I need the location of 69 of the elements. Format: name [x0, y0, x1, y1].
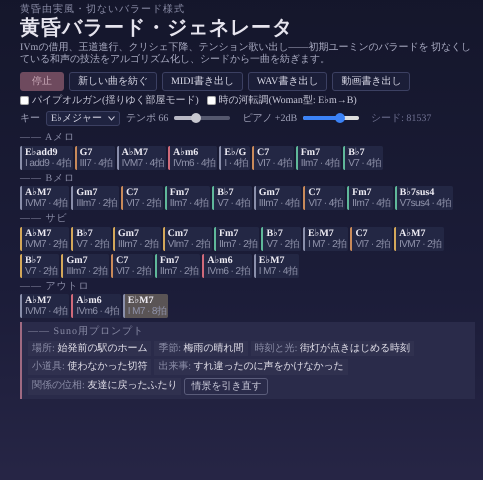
piano-slider[interactable] [303, 116, 360, 120]
chord-card[interactable]: Gm7 IIIm7 · 2拍 [71, 186, 120, 210]
option-label: パイプオルガン(揺りゆく部屋モード) [32, 95, 199, 106]
action-button[interactable]: MIDI書き出し [162, 72, 243, 91]
eyebrow-text: 黄昏由実風・切ないバラード様式 [20, 4, 186, 16]
chord-card[interactable]: C7 VI7 · 2拍 [111, 254, 153, 278]
checkbox[interactable] [206, 96, 216, 106]
chord-card[interactable]: B♭7 V7 · 2拍 [261, 226, 301, 250]
prompt-chip: 季節: 梅雨の晴れ間 [154, 340, 248, 356]
chord-card[interactable]: Gm7 IIIm7 · 2拍 [61, 254, 110, 278]
chord-card[interactable]: A♭m6 IVm6 · 4拍 [168, 146, 218, 170]
prompt-chip: 出来事: すれ違ったのに声をかけなかった [154, 359, 348, 374]
prompt-chip: 小道具: 使わなかった切符 [28, 359, 152, 374]
chord-card[interactable]: E♭M7 I M7 · 8拍 [122, 294, 168, 318]
key-select[interactable]: E♭メジャー [46, 110, 120, 126]
chord-card[interactable]: C7 VI7 · 4拍 [303, 186, 346, 210]
chord-card[interactable]: B♭7 V7 · 4拍 [212, 186, 252, 210]
chord-card[interactable]: A♭M7 IVM7 · 2拍 [394, 226, 444, 250]
panel-title: —— Suno用プロンプト [28, 326, 146, 338]
description: IVmの借用、王道進行、クリシェ下降、テンション歌い出し——初期ユーミンのバラードを 切なくしている和声の技法をアルゴリズム化し、シードから一曲を紡ぎます。 [20, 42, 472, 66]
chord-card[interactable]: A♭M7 IVM7 · 2拍 [20, 226, 70, 250]
slider-thumb[interactable] [334, 113, 345, 124]
chord-card[interactable]: E♭M7 I M7 · 2拍 [302, 226, 348, 250]
chord-card[interactable]: B♭7 V7 · 4拍 [343, 146, 383, 170]
action-button[interactable]: 新しい曲を紡ぐ [69, 72, 157, 91]
chord-card[interactable]: B♭7 V7 · 2拍 [20, 254, 60, 278]
slider-thumb[interactable] [190, 113, 201, 124]
section-label: —— Aメロ [20, 132, 76, 144]
chord-card[interactable]: Fm7 IIm7 · 4拍 [296, 146, 342, 170]
checkbox[interactable] [20, 96, 29, 106]
chord-card[interactable]: B♭7 V7 · 2拍 [71, 226, 111, 250]
chord-card[interactable]: E♭M7 I M7 · 4拍 [254, 254, 300, 278]
prompt-chip: 関係の位相: 友達に戻ったふたり [28, 378, 182, 395]
chord-card[interactable]: Gm7 IIIm7 · 4拍 [254, 186, 302, 210]
tempo-label: テンポ 66 [126, 112, 168, 124]
section-label: —— Bメロ [20, 172, 76, 184]
chord-card[interactable]: Cm7 VIm7 · 2拍 [162, 226, 212, 250]
page-title: 黄昏バラード・ジェネレータ [20, 16, 294, 38]
chord-card[interactable]: Fm7 IIm7 · 2拍 [154, 254, 200, 278]
chord-card[interactable]: Fm7 IIm7 · 4拍 [347, 186, 393, 210]
chord-card[interactable]: G7 III7 · 4拍 [74, 146, 115, 170]
option-label: 時の河転調(Woman型: E♭m→B) [218, 95, 357, 106]
chord-card[interactable]: B♭7sus4 V7sus4 · 4拍 [394, 186, 453, 210]
seed-text: シード: 81537 [371, 112, 432, 124]
prompt-chip: 時刻と光: 街灯が点きはじめる時刻 [250, 340, 414, 356]
chord-card[interactable]: A♭m6 IVm6 · 4拍 [71, 294, 121, 318]
action-button[interactable]: WAV書き出し [248, 72, 328, 91]
chord-card[interactable]: A♭M7 IVM7 · 4拍 [20, 186, 70, 210]
chord-card[interactable]: A♭M7 IVM7 · 4拍 [20, 294, 70, 318]
section-label: —— アウトロ [20, 280, 90, 292]
section-label: —— サビ [20, 213, 68, 224]
caret-icon [108, 116, 115, 121]
action-button[interactable]: 動画書き出し [332, 72, 410, 91]
chord-card[interactable]: Fm7 IIm7 · 2拍 [214, 226, 260, 250]
stop-button[interactable]: 停止 [20, 72, 64, 91]
chord-card[interactable]: Fm7 IIm7 · 4拍 [164, 186, 210, 210]
reroll-button[interactable]: 情景を引き直す [184, 378, 268, 395]
chord-card[interactable]: E♭add9 I add9 · 4拍 [20, 146, 73, 170]
tempo-slider[interactable] [174, 116, 230, 120]
prompt-chip: 場所: 始発前の駅のホーム [28, 340, 152, 356]
chord-card[interactable]: A♭m6 IVm6 · 2拍 [202, 254, 252, 278]
key-label: キー [20, 112, 40, 124]
chord-card[interactable]: A♭M7 IVM7 · 4拍 [116, 146, 166, 170]
chord-card[interactable]: C7 VI7 · 4拍 [252, 146, 294, 170]
chord-card[interactable]: C7 VI7 · 2拍 [121, 186, 163, 210]
chord-card[interactable]: E♭/G I · 4拍 [219, 146, 250, 170]
chord-card[interactable]: Gm7 IIIm7 · 2拍 [112, 226, 161, 250]
piano-label: ピアノ +2dB [242, 112, 298, 124]
chord-card[interactable]: C7 VI7 · 2拍 [350, 226, 392, 250]
